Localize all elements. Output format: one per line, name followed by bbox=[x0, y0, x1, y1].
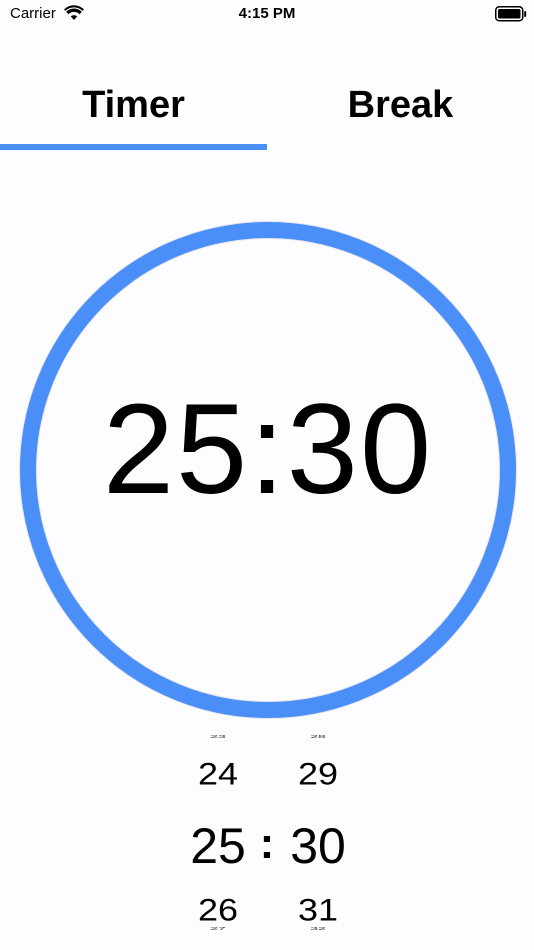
status-clock: 4:15 PM bbox=[238, 5, 296, 22]
minutes-wheel[interactable]: 23 24 25 26 27 bbox=[168, 734, 268, 934]
tab-break[interactable]: Break bbox=[267, 60, 534, 152]
seconds-below[interactable]: 31 bbox=[268, 891, 368, 930]
seconds-above[interactable]: 29 bbox=[268, 755, 368, 794]
minutes-selected[interactable]: 25 bbox=[168, 816, 268, 876]
minutes-far-above: 23 bbox=[210, 733, 226, 740]
minutes-far-below: 27 bbox=[210, 925, 226, 932]
minutes-above[interactable]: 24 bbox=[168, 755, 268, 794]
seconds-wheel[interactable]: 28 29 30 31 32 bbox=[268, 734, 368, 934]
seconds-selected[interactable]: 30 bbox=[268, 816, 368, 876]
seconds-far-above: 28 bbox=[310, 733, 326, 740]
time-picker[interactable]: 23 24 25 26 27 : 28 29 30 31 32 bbox=[150, 734, 384, 934]
tab-timer[interactable]: Timer bbox=[0, 60, 267, 152]
timer-display: 25:30 bbox=[102, 378, 434, 521]
minutes-below[interactable]: 26 bbox=[168, 891, 268, 930]
segment-tabs: Timer Break bbox=[0, 60, 534, 152]
battery-icon bbox=[495, 6, 527, 22]
seconds-far-below: 32 bbox=[310, 925, 326, 932]
status-bar: Carrier 4:15 PM bbox=[0, 0, 534, 30]
tab-selection-indicator bbox=[0, 144, 267, 150]
